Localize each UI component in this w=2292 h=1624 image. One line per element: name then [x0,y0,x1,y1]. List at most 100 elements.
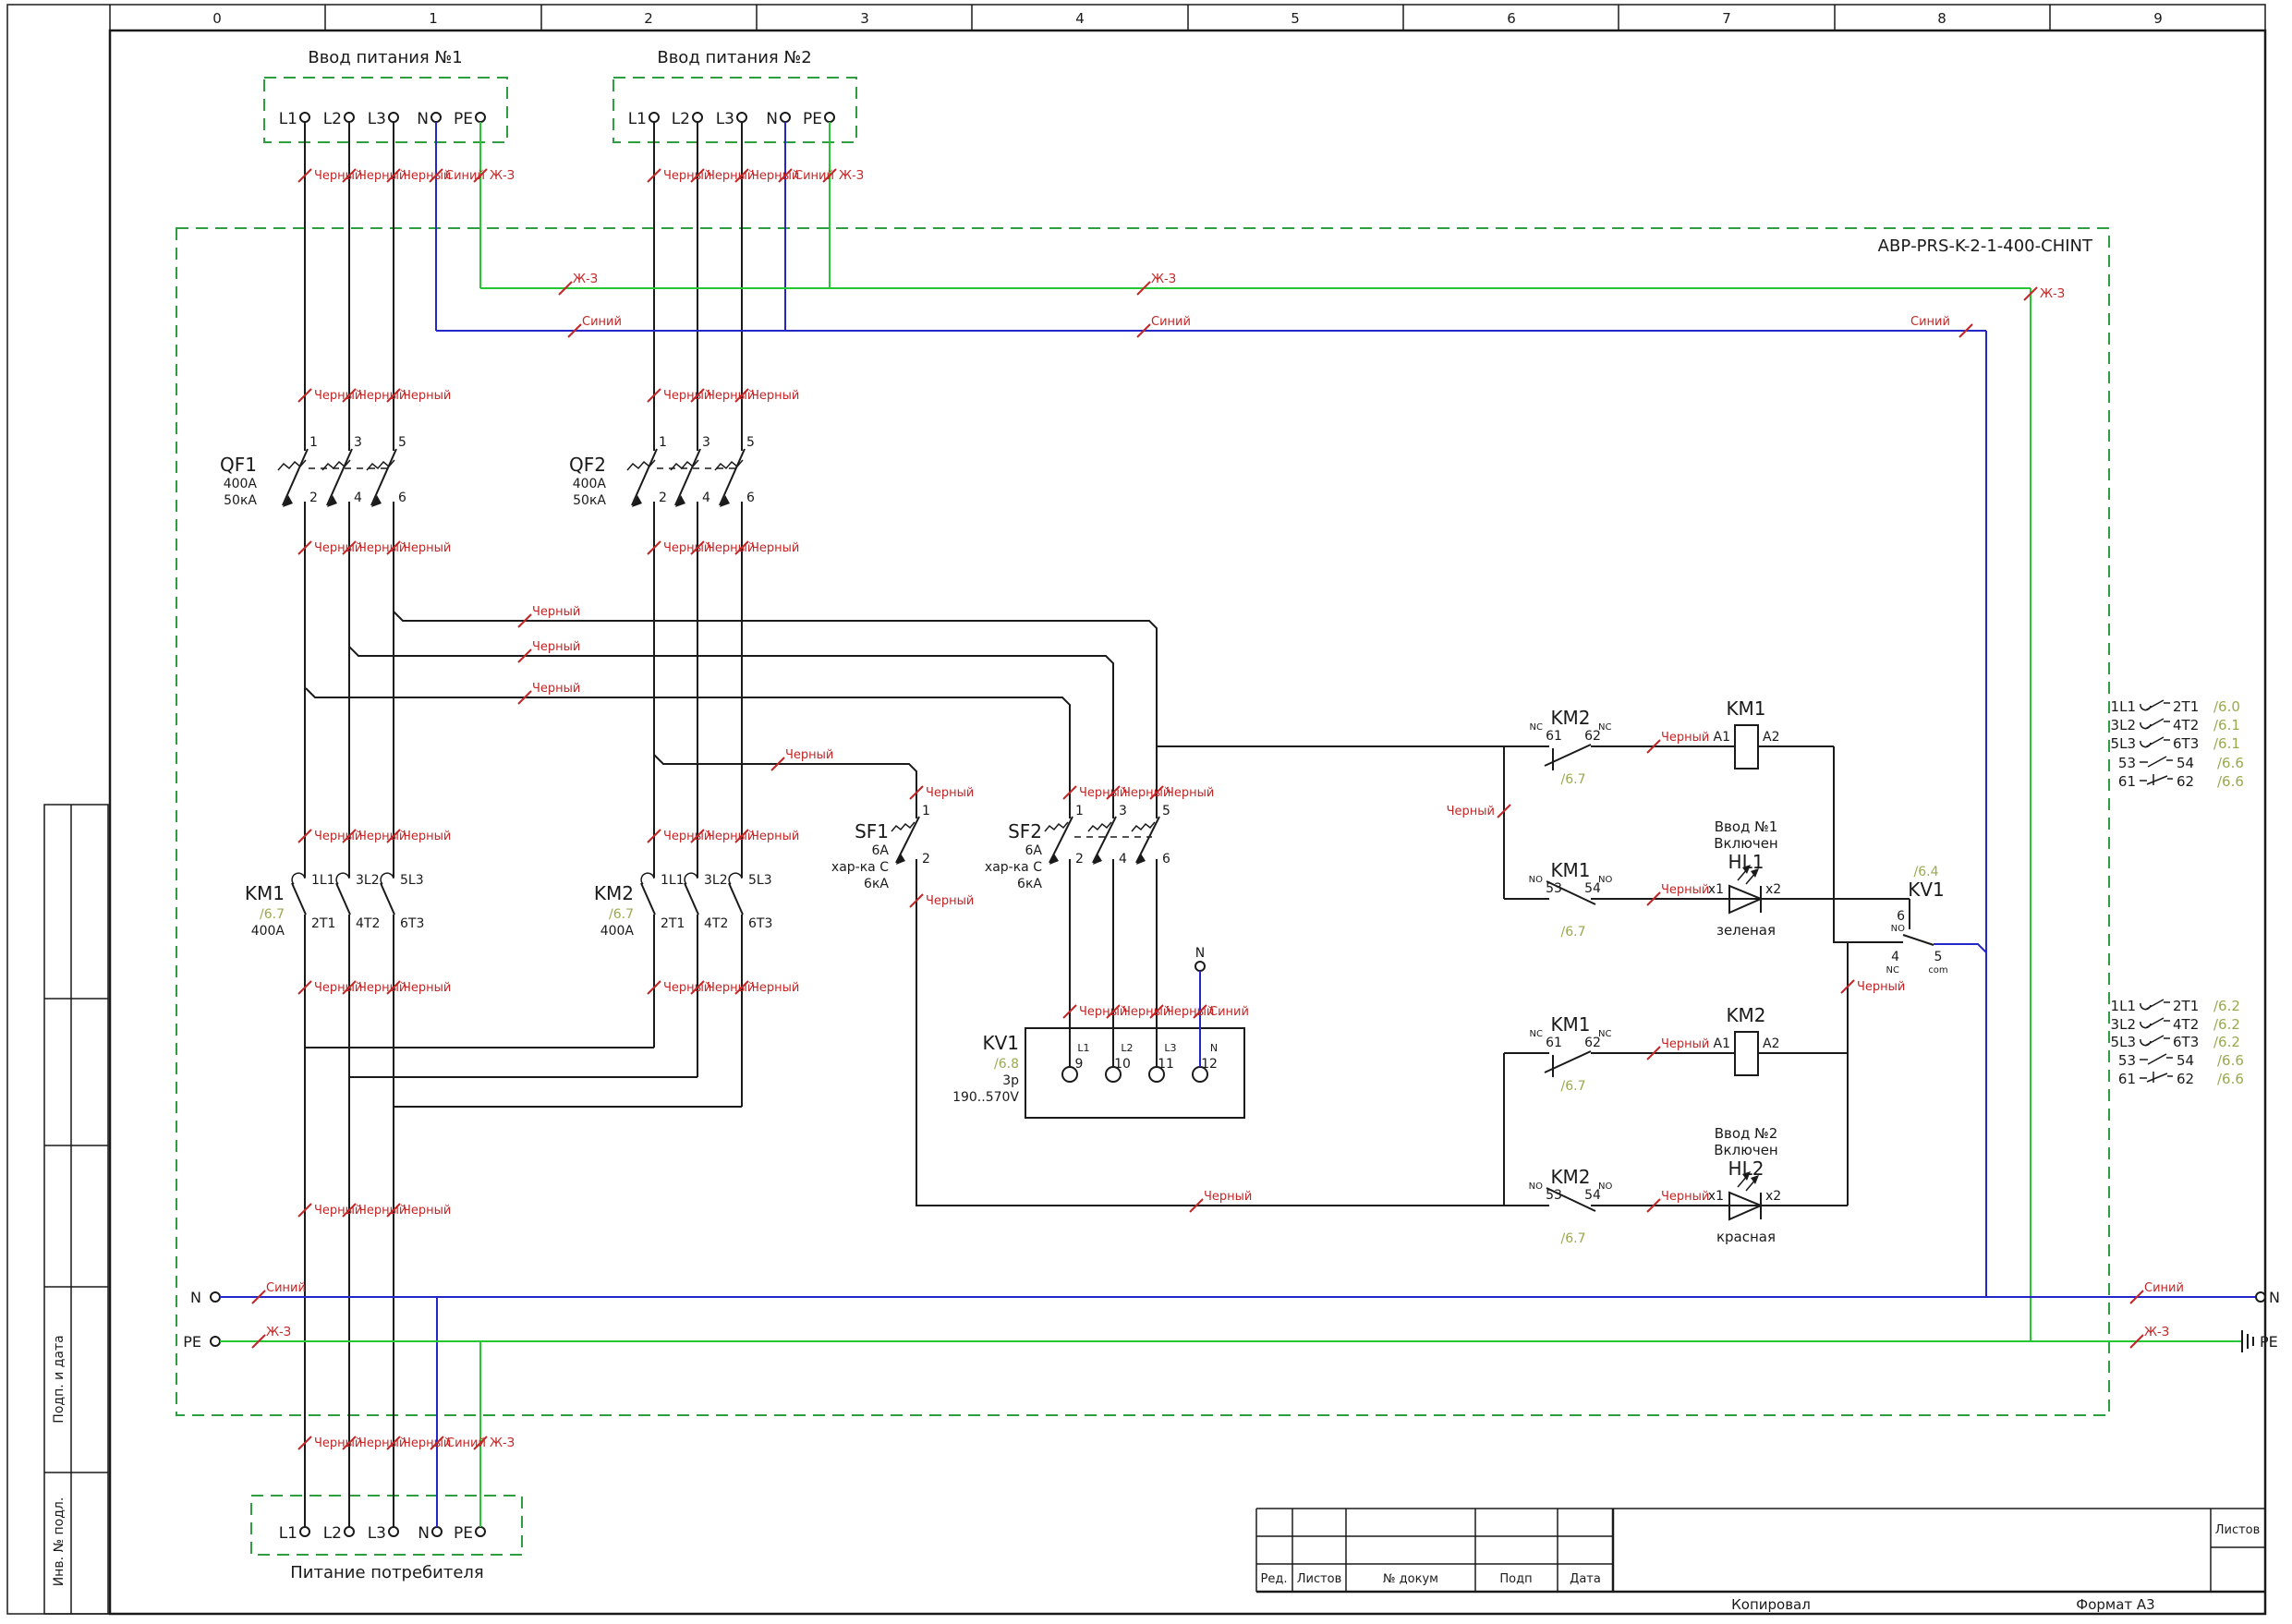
svg-text:/6.1: /6.1 [2213,717,2240,733]
neutral-ref-label: N [1195,946,1205,961]
svg-text:Черный: Черный [358,541,406,555]
svg-text:3L2: 3L2 [704,873,728,888]
svg-text:54: 54 [1584,1188,1601,1203]
terminal-label: L1 [279,1524,297,1543]
svg-text:11: 11 [1158,1057,1174,1072]
svg-text:Черный: Черный [314,981,362,995]
svg-text:4T2: 4T2 [2173,1016,2199,1033]
cross-ref: /6.7 [260,907,285,922]
svg-text:Ж-З: Ж-З [839,169,864,183]
svg-text:Черный: Черный [663,169,711,183]
svg-text:NC: NC [1530,722,1543,733]
kv1-voltage-monitor: KV1 /6.8 3p 190..570V L19 L210 L311 N12 … [952,946,1245,1119]
svg-text:Черный: Черный [532,605,580,619]
svg-text:61: 61 [2118,1071,2136,1087]
cross-ref: /6.7 [609,907,634,922]
ruler-number: 9 [2153,10,2163,27]
svg-text:Черный: Черный [751,169,799,183]
lamp-color-label: красная [1716,1229,1776,1245]
breaker-pole: 12 [1044,804,1084,867]
svg-text:5: 5 [398,435,406,450]
svg-text:5L3: 5L3 [2111,735,2136,752]
svg-text:Черный: Черный [663,541,711,555]
xref-row: 5L3 6T3/6.1 [2111,735,2240,752]
svg-text:Черный: Черный [403,169,451,183]
terminal-label: PE [454,1524,473,1543]
terminal-label: L1 [279,110,297,128]
input2-title: Ввод питания №2 [657,48,811,67]
ruler-number: 7 [1722,10,1731,27]
xref-row: 3L2 4T2/6.1 [2111,717,2240,733]
svg-text:Черный: Черный [532,640,580,654]
svg-text:1: 1 [309,435,318,450]
svg-text:Ж-З: Ж-З [266,1326,291,1339]
svg-text:/6.2: /6.2 [2213,1034,2240,1050]
margin-label-podp-data: Подп. и дата [52,1335,67,1423]
svg-text:A2: A2 [1763,1036,1779,1051]
schematic-canvas: 0 1 2 3 4 5 6 7 8 9 Подп. и дата Инв. № … [6,4,2280,1616]
svg-text:com: com [1928,965,1947,976]
svg-text:Черный: Черный [707,981,755,995]
breaker-pole: 56 [1131,804,1170,867]
hl2-lamp: Ввод №2 Включен HL2 x1 x2 красная [1708,1125,1781,1245]
svg-text:6кА: 6кА [1017,877,1042,891]
terminal-label: L3 [716,110,734,128]
component-label: KM1 [1550,859,1590,881]
xref-row: 53 54/6.6 [2118,755,2244,771]
svg-text:62: 62 [2177,773,2194,790]
svg-text:Ж-З: Ж-З [2040,287,2065,301]
terminal-label: PE [803,110,822,128]
svg-text:1L1: 1L1 [2111,998,2136,1014]
svg-text:Черный: Черный [358,981,406,995]
svg-text:Черный: Черный [751,830,799,843]
kv1-relay-contact: /6.4 KV1 6 NO 4 NC 5 com [1886,865,1987,976]
terminal-label: L3 [368,110,386,128]
svg-text:3: 3 [1119,804,1127,818]
svg-text:53: 53 [1546,1188,1562,1203]
component-label: QF1 [220,454,257,476]
component-label: KM1 [1550,1013,1590,1036]
component-label: SF2 [1008,820,1042,842]
svg-text:Синий: Синий [1151,315,1191,329]
svg-text:6T3: 6T3 [2173,735,2199,752]
svg-text:Черный: Черный [1661,883,1709,897]
input2-phase-wires [305,122,743,1108]
contactor-pole: 5L3 6T3 [380,872,424,931]
svg-text:3: 3 [354,435,362,450]
svg-text:Черный: Черный [358,1436,406,1450]
svg-text:4: 4 [702,491,710,505]
svg-text:6кА: 6кА [864,877,889,891]
km2-contact-xref: 1L1 2T1/6.2 3L2 4T2/6.2 5L3 6T3/6.2 53 5… [2111,998,2244,1087]
svg-text:/6.1: /6.1 [2213,735,2240,752]
svg-text:Черный: Черный [532,682,580,696]
xref-row: 1L1 2T1/6.0 [2111,698,2240,715]
contactor-pole: 1L1 2T1 [291,872,335,931]
cross-ref: /6.7 [1561,925,1586,939]
svg-text:6: 6 [398,491,406,505]
svg-text:Черный: Черный [707,389,755,403]
svg-text:A1: A1 [1714,1036,1730,1051]
svg-text:2T1: 2T1 [2173,698,2199,715]
svg-text:Черный: Черный [403,1436,451,1450]
svg-text:1: 1 [659,435,667,450]
breaker-pole: 56 [714,435,755,507]
breaker-pole: 34 [321,435,362,507]
svg-text:Включен: Включен [1714,1142,1777,1158]
svg-text:хар-ка С: хар-ка С [831,860,889,875]
svg-text:62: 62 [2177,1071,2194,1087]
svg-text:61: 61 [1546,1036,1562,1050]
titleblock-col-docnum: № докум [1383,1572,1438,1586]
svg-text:Черный: Черный [663,830,711,843]
titleblock-col-listov: Листов [1297,1572,1342,1586]
svg-text:Черный: Черный [751,389,799,403]
terminal-label: N [418,1524,430,1543]
wire-color-labels: Черный Черный Черный Синий Ж-З Черный Че… [251,168,2184,1450]
bus-label-n: N [2269,1289,2280,1306]
svg-text:Ж-З: Ж-З [1151,273,1176,286]
component-label: KM2 [594,882,634,904]
component-rating: 400A [251,924,285,939]
terminal-label: N [766,110,778,128]
svg-text:53: 53 [2118,755,2136,771]
svg-text:190..570V: 190..570V [952,1090,1019,1105]
ruler-number: 5 [1291,10,1300,27]
